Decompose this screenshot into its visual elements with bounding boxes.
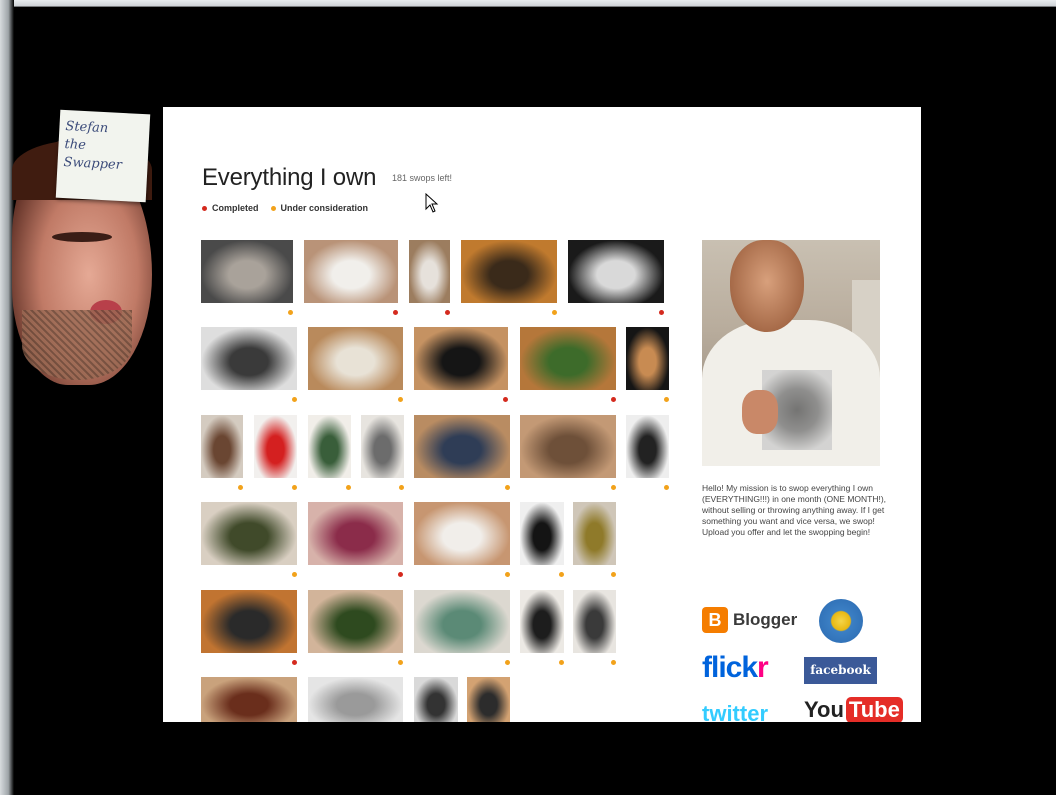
- poles-photo[interactable]: [414, 677, 458, 722]
- under-consideration-dot-icon: [559, 572, 564, 577]
- page-title: Everything I own: [202, 164, 377, 191]
- apartment-photo[interactable]: [201, 240, 293, 303]
- under-consideration-dot-icon: [559, 660, 564, 665]
- legend-completed: Completed: [202, 203, 259, 213]
- cables-photo[interactable]: [409, 240, 450, 303]
- grey-shirt-photo[interactable]: [361, 415, 404, 478]
- jeans-photo[interactable]: [414, 415, 510, 478]
- completed-dot-icon: [659, 310, 664, 315]
- under-consideration-dot-icon: [292, 397, 297, 402]
- completed-dot-icon: [445, 310, 450, 315]
- under-consideration-dot-icon: [399, 485, 404, 490]
- shelf-photo[interactable]: [201, 327, 297, 390]
- swaps-left-counter: 181 swops left!: [392, 173, 453, 183]
- under-consideration-dot-icon: [398, 660, 403, 665]
- under-consideration-dot-icon: [292, 485, 297, 490]
- yellow-item-photo[interactable]: [573, 502, 616, 565]
- red-scarf-photo[interactable]: [254, 415, 297, 478]
- blogger-link[interactable]: B Blogger: [702, 607, 797, 633]
- blogger-label: Blogger: [733, 610, 798, 629]
- bio-text: Hello! My mission is to swop everything …: [702, 483, 887, 537]
- flickr-label-a: flick: [702, 651, 758, 684]
- watch-photo[interactable]: [568, 240, 664, 303]
- postal-badge-icon[interactable]: [819, 599, 863, 643]
- under-consideration-dot-icon: [664, 485, 669, 490]
- under-consideration-dot-icon: [346, 485, 351, 490]
- under-consideration-dot-icon: [664, 397, 669, 402]
- boots-photo[interactable]: [308, 590, 403, 653]
- youtube-link[interactable]: You Tube: [804, 697, 903, 722]
- mic-stand-photo[interactable]: [573, 590, 616, 653]
- gloves-photo[interactable]: [414, 502, 510, 565]
- sticky-line-3: Swapper: [63, 154, 123, 173]
- under-consideration-dot-icon: [398, 397, 403, 402]
- youtube-label-b: Tube: [845, 697, 903, 722]
- under-consideration-dot-icon: [505, 572, 510, 577]
- jacket-photo[interactable]: [201, 415, 243, 478]
- flickr-link[interactable]: flickr: [702, 651, 769, 685]
- completed-dot-icon: [393, 310, 398, 315]
- youtube-label-a: You: [804, 697, 844, 722]
- completed-dot-icon: [611, 397, 616, 402]
- blogger-icon: B: [702, 607, 728, 633]
- mouse-cursor-icon: [425, 193, 439, 213]
- green-pants-photo[interactable]: [308, 415, 351, 478]
- brown-pants-photo[interactable]: [520, 415, 616, 478]
- under-consideration-dot-icon: [505, 660, 510, 665]
- bike-lights-photo[interactable]: [201, 590, 297, 653]
- scarves-photo[interactable]: [414, 590, 510, 653]
- bowl-photo[interactable]: [461, 240, 557, 303]
- screen-glare: [0, 0, 1056, 60]
- under-consideration-dot-icon: [292, 572, 297, 577]
- under-consideration-dot-icon: [270, 206, 276, 212]
- glass-photo[interactable]: [308, 677, 403, 722]
- facebook-link[interactable]: facebook: [804, 657, 877, 684]
- profile-photo: [702, 240, 880, 466]
- completed-dot-icon: [503, 397, 508, 402]
- legend-under-consideration-label: Under consideration: [280, 203, 369, 213]
- coat-photo[interactable]: [626, 415, 669, 478]
- web-page: Everything I own 181 swops left! Complet…: [163, 107, 921, 722]
- twitter-link[interactable]: twitter: [702, 701, 768, 722]
- stand-photo[interactable]: [520, 590, 564, 653]
- sticky-note: Stefan the Swapper: [55, 109, 151, 203]
- green-strap-photo[interactable]: [520, 327, 616, 390]
- under-consideration-dot-icon: [611, 572, 616, 577]
- bag-photo[interactable]: [467, 677, 510, 722]
- white-shirt-photo[interactable]: [304, 240, 398, 303]
- completed-dot-icon: [292, 660, 297, 665]
- completed-dot-icon: [202, 206, 207, 212]
- purple-shirts-photo[interactable]: [308, 502, 403, 565]
- under-consideration-dot-icon: [611, 660, 616, 665]
- umbrella-photo[interactable]: [414, 327, 508, 390]
- shoes-photo[interactable]: [201, 677, 297, 722]
- status-legend: Completed Under consideration: [202, 203, 368, 213]
- under-consideration-dot-icon: [238, 485, 243, 490]
- legend-under-consideration: Under consideration: [270, 203, 369, 213]
- under-consideration-dot-icon: [611, 485, 616, 490]
- under-consideration-dot-icon: [505, 485, 510, 490]
- black-top-photo[interactable]: [520, 502, 564, 565]
- flickr-label-b: r: [757, 651, 769, 684]
- under-consideration-dot-icon: [288, 310, 293, 315]
- legend-completed-label: Completed: [212, 203, 259, 213]
- chains-photo[interactable]: [308, 327, 403, 390]
- under-consideration-dot-icon: [552, 310, 557, 315]
- screen-glare-left: [0, 0, 14, 795]
- completed-dot-icon: [398, 572, 403, 577]
- green-trousers-photo[interactable]: [201, 502, 297, 565]
- bottle-photo[interactable]: [626, 327, 669, 390]
